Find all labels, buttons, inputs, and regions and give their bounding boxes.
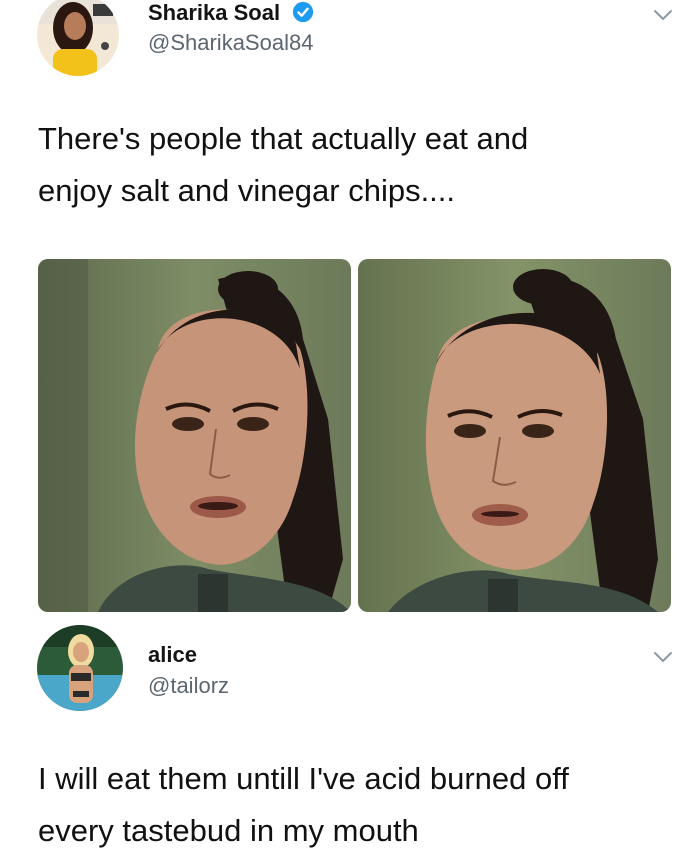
tweet-text-line: every tastebud in my mouth <box>38 813 419 848</box>
author-name-text: Sharika Soal <box>148 0 281 25</box>
tweet-text: There's people that actually eat and enj… <box>38 113 678 217</box>
tweet-1: Sharika Soal @SharikaSoal84 There's peop… <box>0 0 700 625</box>
author-name[interactable]: alice <box>148 642 197 668</box>
author-handle[interactable]: @SharikaSoal84 <box>148 30 313 56</box>
chevron-down-icon[interactable] <box>652 8 674 22</box>
avatar[interactable] <box>37 625 123 711</box>
tweet-2: alice @tailorz I will eat them untill I'… <box>0 625 700 853</box>
author-name[interactable]: Sharika Soal <box>148 0 314 26</box>
tweet-text-line: There's people that actually eat and <box>38 121 529 156</box>
media-photo[interactable] <box>358 259 671 612</box>
reaction-photo <box>358 259 671 612</box>
tweet-text: I will eat them untill I've acid burned … <box>38 753 688 857</box>
tweet-text-line: I will eat them untill I've acid burned … <box>38 761 569 796</box>
avatar-image <box>37 625 123 711</box>
media-grid <box>38 259 671 612</box>
author-handle[interactable]: @tailorz <box>148 673 229 699</box>
avatar-image <box>37 0 119 76</box>
media-photo[interactable] <box>38 259 351 612</box>
verified-badge-icon <box>293 1 314 23</box>
reaction-photo <box>38 259 351 612</box>
chevron-down-icon[interactable] <box>652 650 674 664</box>
avatar[interactable] <box>37 0 119 76</box>
tweet-text-line: enjoy salt and vinegar chips.... <box>38 173 456 208</box>
